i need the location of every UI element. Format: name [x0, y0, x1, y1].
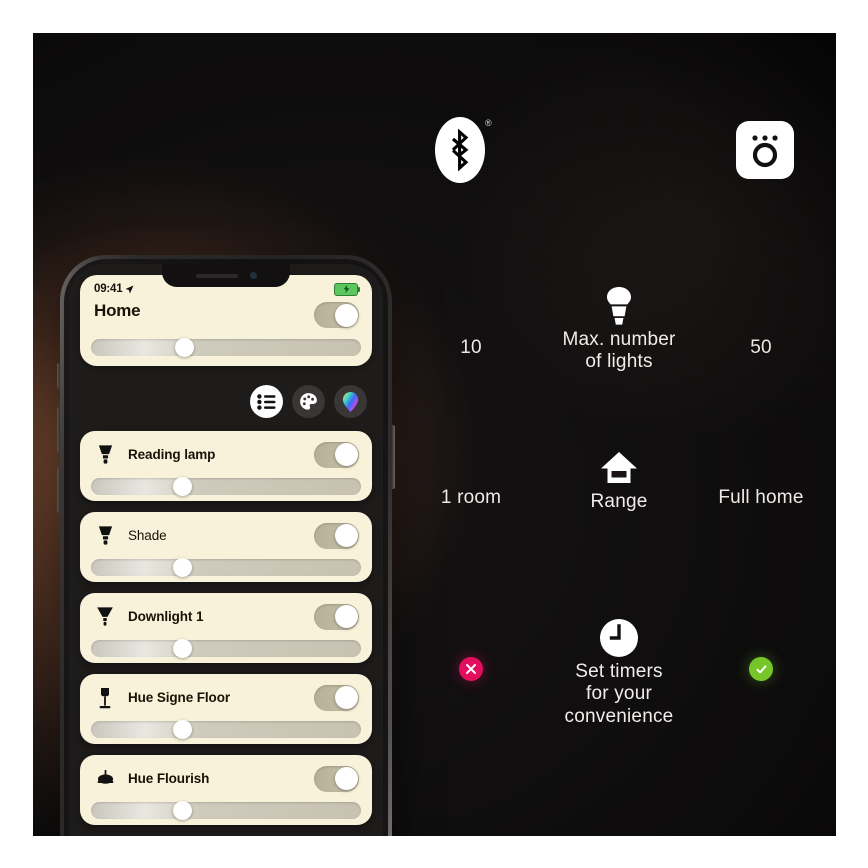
light-brightness-knob[interactable] — [173, 801, 192, 820]
light-toggle-knob[interactable] — [334, 524, 358, 547]
phone-mockup: 09:41 Home Reading lamp Shade Downlight … — [57, 255, 395, 836]
light-toggle-knob[interactable] — [334, 686, 358, 709]
master-toggle-track[interactable] — [314, 302, 359, 328]
comparison-panel: ® Max. number of lights 10 50 Range 1 ro… — [401, 33, 836, 836]
light-brightness-slider[interactable] — [91, 801, 361, 820]
comparison-left-badge-timers — [401, 657, 541, 681]
phone-silent-switch[interactable] — [57, 363, 60, 389]
bulb-spot-icon — [93, 443, 117, 467]
comparison-label-max-lights: Max. number of lights — [562, 329, 676, 373]
light-toggle-knob[interactable] — [334, 605, 358, 628]
light-toggle[interactable] — [314, 765, 359, 792]
light-toggle-knob[interactable] — [334, 767, 358, 790]
phone-notch — [162, 264, 290, 287]
comparison-center-timers: Set timers for your convenience — [539, 615, 699, 728]
light-toggle[interactable] — [314, 522, 359, 549]
bluetooth-logo-wrapper: ® — [435, 117, 495, 191]
list-item[interactable]: Hue Signe Floor — [80, 674, 372, 744]
master-toggle-knob[interactable] — [334, 303, 358, 327]
tab-color-picker[interactable] — [334, 385, 367, 418]
bulb-spot-icon — [93, 524, 117, 548]
floor-lamp-icon — [93, 686, 117, 710]
phone-volume-down-button[interactable] — [57, 467, 60, 513]
location-arrow-icon — [125, 285, 134, 293]
light-brightness-knob[interactable] — [173, 558, 192, 577]
screenshot-canvas: ® Max. number of lights 10 50 Range 1 ro… — [0, 0, 868, 868]
light-row-header: Hue Signe Floor — [80, 674, 372, 721]
registered-trademark-mark: ® — [485, 118, 492, 128]
front-camera — [249, 272, 257, 279]
home-header-card: 09:41 Home — [80, 275, 372, 366]
light-toggle[interactable] — [314, 441, 359, 468]
comparison-right-value-range: Full home — [718, 487, 804, 508]
light-name: Downlight 1 — [128, 609, 204, 624]
light-row-header: Hue Flourish — [80, 755, 372, 802]
technology-icon-row: ® — [401, 117, 836, 207]
earpiece-speaker — [195, 273, 238, 278]
status-bar-time-group: 09:41 — [94, 283, 134, 295]
promo-scene: ® Max. number of lights 10 50 Range 1 ro… — [33, 33, 836, 836]
light-name: Reading lamp — [128, 447, 216, 462]
comparison-right-badge-timers — [686, 657, 836, 681]
light-brightness-slider[interactable] — [91, 639, 361, 658]
tab-scenes-palette[interactable] — [292, 385, 325, 418]
comparison-center-range: Range — [539, 445, 699, 513]
light-list: Reading lamp Shade Downlight 1 Hue Signe… — [80, 431, 372, 836]
bluetooth-icon — [435, 117, 485, 183]
light-name: Shade — [128, 528, 167, 543]
light-brightness-slider[interactable] — [91, 558, 361, 577]
list-item[interactable]: Shade — [80, 512, 372, 582]
master-brightness-slider[interactable] — [91, 338, 361, 357]
list-item[interactable]: Reading lamp — [80, 431, 372, 501]
comparison-label-timers: Set timers for your convenience — [564, 661, 674, 727]
phone-power-button[interactable] — [392, 425, 395, 489]
clock-icon — [539, 615, 699, 661]
status-bar-time: 09:41 — [94, 283, 123, 295]
home-icon — [539, 445, 699, 491]
view-mode-tabs — [250, 385, 367, 418]
light-row-header: Downlight 1 — [80, 593, 372, 640]
light-row-header: Shade — [80, 512, 372, 559]
tab-list-view[interactable] — [250, 385, 283, 418]
light-toggle[interactable] — [314, 684, 359, 711]
comparison-left-value-max-lights: 10 — [460, 337, 482, 358]
master-brightness-knob[interactable] — [175, 338, 194, 357]
light-name: Hue Flourish — [128, 771, 210, 786]
comparison-right-value-max-lights: 50 — [750, 337, 772, 358]
light-brightness-knob[interactable] — [173, 720, 192, 739]
page-title: Home — [94, 301, 141, 320]
light-brightness-knob[interactable] — [173, 477, 192, 496]
light-name: Hue Signe Floor — [128, 690, 231, 705]
list-item[interactable]: Downlight 1 — [80, 593, 372, 663]
downlight-icon — [93, 605, 117, 629]
comparison-label-range: Range — [590, 491, 648, 512]
battery-charging-icon — [334, 282, 360, 296]
comparison-left-value-range: 1 room — [440, 487, 502, 508]
light-bulb-icon — [539, 283, 699, 329]
light-brightness-knob[interactable] — [173, 639, 192, 658]
light-brightness-slider[interactable] — [91, 720, 361, 739]
comparison-center-max-lights: Max. number of lights — [539, 283, 699, 374]
light-toggle[interactable] — [314, 603, 359, 630]
master-power-toggle[interactable] — [314, 302, 359, 328]
light-toggle-knob[interactable] — [334, 443, 358, 466]
light-brightness-slider[interactable] — [91, 477, 361, 496]
cross-icon — [459, 657, 483, 681]
ceiling-lamp-icon — [93, 767, 117, 791]
light-row-header: Reading lamp — [80, 431, 372, 478]
phone-screen: 09:41 Home Reading lamp Shade Downlight … — [69, 264, 383, 836]
hue-bridge-icon — [736, 121, 794, 179]
phone-volume-up-button[interactable] — [57, 407, 60, 453]
check-icon — [749, 657, 773, 681]
list-item[interactable]: Hue Flourish — [80, 755, 372, 825]
